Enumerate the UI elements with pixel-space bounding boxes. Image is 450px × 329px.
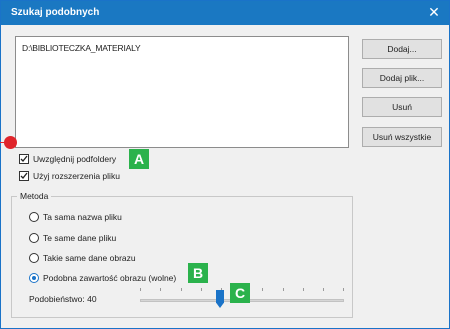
method-option-same-image-data[interactable]: Takie same dane obrazu [29,252,136,264]
method-option-same-name[interactable]: Ta sama nazwa pliku [29,211,122,223]
radio-label: Ta sama nazwa pliku [43,212,122,222]
folder-list-item[interactable]: D:\BIBLIOTECZKA_MATERIALY [22,43,141,53]
slider-tick [262,288,263,291]
include-subfolders-checkbox[interactable] [19,154,29,164]
include-subfolders-label: Uwzględnij podfoldery [33,154,117,164]
method-option-same-file-data[interactable]: Te same dane pliku [29,232,116,244]
close-icon[interactable]: ✕ [425,3,443,21]
radio-button-selected[interactable] [29,273,39,283]
callout-dot [4,136,17,149]
include-subfolders-option[interactable]: Uwzględnij podfoldery [19,153,116,165]
use-extension-label: Użyj rozszerzenia pliku [33,171,120,181]
remove-all-button[interactable]: Usuń wszystkie [362,127,442,147]
callout-marker-c: C [230,283,250,303]
title-bar: Szukaj podobnych ✕ [1,1,449,25]
radio-button[interactable] [29,253,39,263]
add-folder-button[interactable]: Dodaj... [362,39,442,59]
radio-label: Takie same dane obrazu [43,253,136,263]
dialog-title: Szukaj podobnych [11,7,100,18]
slider-tick [283,288,284,291]
slider-tick [303,288,304,291]
remove-button[interactable]: Usuń [362,97,442,117]
similarity-label: Podobieństwo: 40 [29,294,97,304]
use-extension-checkbox[interactable] [19,171,29,181]
use-extension-option[interactable]: Użyj rozszerzenia pliku [19,170,120,182]
slider-tick [201,288,202,291]
add-file-button[interactable]: Dodaj plik... [362,68,442,88]
slider-tick [140,288,141,291]
slider-tick [181,288,182,291]
slider-tick [323,288,324,291]
method-group-title: Metoda [17,191,52,201]
dialog-window: Szukaj podobnych ✕ D:\BIBLIOTECZKA_MATER… [0,0,450,329]
method-option-similar-content[interactable]: Podobna zawartość obrazu (wolne) [29,272,176,284]
radio-button[interactable] [29,233,39,243]
radio-label: Te same dane pliku [43,233,117,243]
folder-list[interactable]: D:\BIBLIOTECZKA_MATERIALY [15,36,349,148]
callout-marker-a: A [129,149,149,169]
slider-tick [160,288,161,291]
slider-tick [343,288,344,291]
callout-marker-b: B [188,263,208,283]
radio-label: Podobna zawartość obrazu (wolne) [43,273,177,283]
radio-button[interactable] [29,212,39,222]
